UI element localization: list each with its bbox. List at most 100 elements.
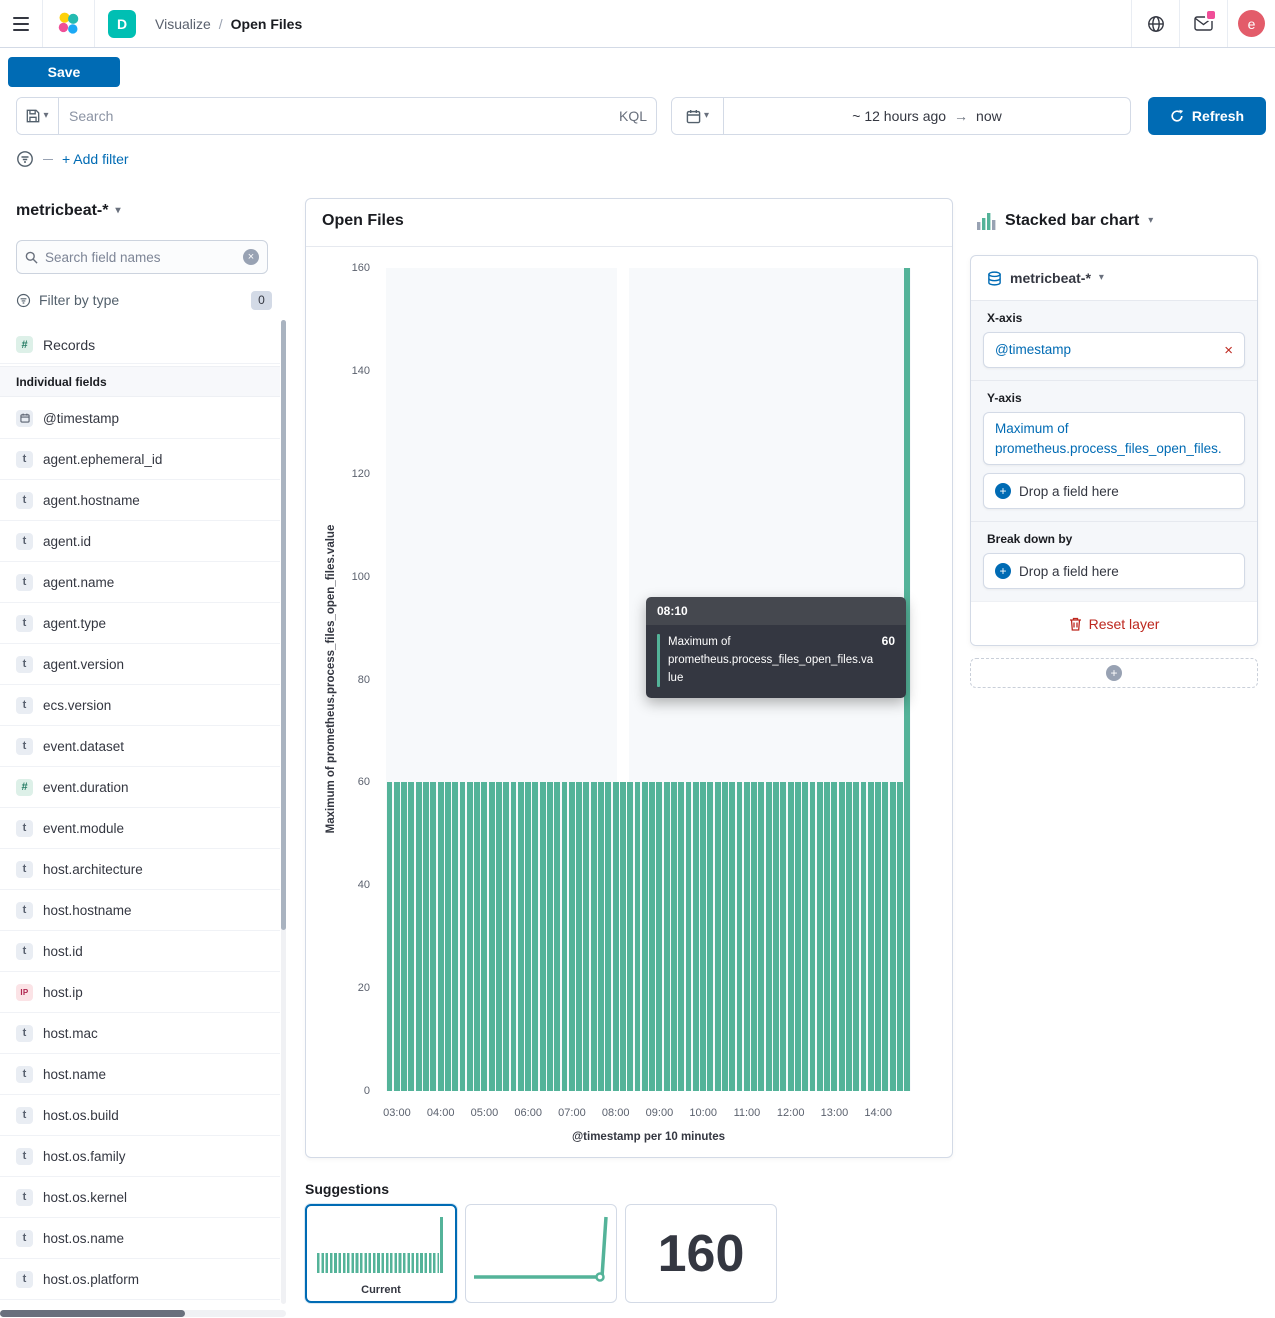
bar[interactable] xyxy=(496,782,502,1091)
bar[interactable] xyxy=(780,782,786,1091)
bar[interactable] xyxy=(693,782,699,1091)
bar[interactable] xyxy=(795,782,801,1091)
field-item-host.os.name[interactable]: thost.os.name xyxy=(0,1218,280,1259)
suggestion-line-chart[interactable] xyxy=(465,1204,617,1303)
field-item-event.module[interactable]: tevent.module xyxy=(0,808,280,849)
bar[interactable] xyxy=(613,782,619,1091)
bar[interactable] xyxy=(635,782,641,1091)
bar[interactable] xyxy=(897,782,903,1091)
bar[interactable] xyxy=(700,782,706,1091)
field-item-host.os.kernel[interactable]: thost.os.kernel xyxy=(0,1177,280,1218)
index-pattern-switcher[interactable]: metricbeat-* ▾ xyxy=(16,202,121,220)
bar[interactable] xyxy=(766,782,772,1091)
bar[interactable] xyxy=(839,782,845,1091)
layer-index-pattern-switcher[interactable]: metricbeat-* ▾ xyxy=(971,256,1257,300)
bar[interactable] xyxy=(620,782,626,1091)
bar[interactable] xyxy=(474,782,480,1091)
bar[interactable] xyxy=(503,782,509,1091)
field-search-input[interactable] xyxy=(45,250,236,265)
bar[interactable] xyxy=(882,782,888,1091)
bar[interactable] xyxy=(686,782,692,1091)
bar[interactable] xyxy=(562,782,568,1091)
bar[interactable] xyxy=(547,782,553,1091)
bar[interactable] xyxy=(744,782,750,1091)
field-item-records[interactable]: # Records xyxy=(0,326,280,364)
y-axis-dimension-button[interactable]: Maximum of prometheus.process_files_open… xyxy=(983,412,1245,465)
date-picker-menu-button[interactable]: ▾ xyxy=(672,98,724,134)
help-button[interactable] xyxy=(1131,0,1179,47)
break-down-drop-target[interactable]: + Drop a field here xyxy=(983,553,1245,589)
bar[interactable] xyxy=(460,782,466,1091)
bar[interactable] xyxy=(416,782,422,1091)
bar[interactable] xyxy=(438,782,444,1091)
bar[interactable] xyxy=(452,782,458,1091)
time-range-to[interactable]: now xyxy=(976,108,1002,124)
search-query-input[interactable] xyxy=(59,98,610,134)
bar[interactable] xyxy=(569,782,575,1091)
bar[interactable] xyxy=(518,782,524,1091)
saved-query-menu-button[interactable]: ▾ xyxy=(17,98,59,134)
bar[interactable] xyxy=(737,782,743,1091)
field-item-host.os.family[interactable]: thost.os.family xyxy=(0,1136,280,1177)
bar[interactable] xyxy=(649,782,655,1091)
space-selector[interactable]: D xyxy=(95,0,149,47)
bar[interactable] xyxy=(467,782,473,1091)
bar[interactable] xyxy=(890,782,896,1091)
home-logo-button[interactable] xyxy=(43,0,95,47)
bar[interactable] xyxy=(788,782,794,1091)
bar[interactable] xyxy=(861,782,867,1091)
field-item-host.name[interactable]: thost.name xyxy=(0,1054,280,1095)
bar[interactable] xyxy=(678,782,684,1091)
y-axis-drop-target[interactable]: + Drop a field here xyxy=(983,473,1245,509)
bar[interactable] xyxy=(875,782,881,1091)
bar[interactable] xyxy=(576,782,582,1091)
x-axis-dimension-button[interactable]: @timestamp × xyxy=(983,332,1245,368)
menu-button[interactable] xyxy=(0,0,43,47)
bar[interactable] xyxy=(591,782,597,1091)
bar[interactable] xyxy=(853,782,859,1091)
remove-dimension-icon[interactable]: × xyxy=(1216,343,1233,358)
bar[interactable] xyxy=(401,782,407,1091)
bar[interactable] xyxy=(423,782,429,1091)
field-item-host.id[interactable]: thost.id xyxy=(0,931,280,972)
field-item-event.duration[interactable]: #event.duration xyxy=(0,767,280,808)
field-item-host.os.platform[interactable]: thost.os.platform xyxy=(0,1259,280,1300)
reset-layer-button[interactable]: Reset layer xyxy=(971,601,1257,645)
bar[interactable] xyxy=(387,782,393,1091)
bar[interactable] xyxy=(642,782,648,1091)
add-filter-button[interactable]: + Add filter xyxy=(62,151,129,167)
field-item-host.mac[interactable]: thost.mac xyxy=(0,1013,280,1054)
bar[interactable] xyxy=(583,782,589,1091)
bar[interactable] xyxy=(824,782,830,1091)
newsfeed-button[interactable] xyxy=(1179,0,1227,47)
bar[interactable] xyxy=(511,782,517,1091)
refresh-button[interactable]: Refresh xyxy=(1148,97,1266,135)
bar[interactable] xyxy=(817,782,823,1091)
bar[interactable] xyxy=(868,782,874,1091)
field-item-ecs.version[interactable]: tecs.version xyxy=(0,685,280,726)
bar[interactable] xyxy=(758,782,764,1091)
bar[interactable] xyxy=(408,782,414,1091)
field-item-event.dataset[interactable]: tevent.dataset xyxy=(0,726,280,767)
breadcrumb-visualize[interactable]: Visualize xyxy=(155,16,211,32)
field-item-host.hostname[interactable]: thost.hostname xyxy=(0,890,280,931)
bar[interactable] xyxy=(802,782,808,1091)
user-menu-button[interactable]: e xyxy=(1227,0,1275,47)
bar[interactable] xyxy=(627,782,633,1091)
bar[interactable] xyxy=(722,782,728,1091)
bar[interactable] xyxy=(707,782,713,1091)
sidebar-scrollbar[interactable] xyxy=(281,320,286,1304)
field-item-agent.name[interactable]: tagent.name xyxy=(0,562,280,603)
bar[interactable] xyxy=(656,782,662,1091)
bar[interactable] xyxy=(831,782,837,1091)
scrollbar-thumb[interactable] xyxy=(281,320,286,930)
suggestion-current[interactable]: Current xyxy=(305,1204,457,1303)
bar[interactable] xyxy=(846,782,852,1091)
horizontal-scrollbar[interactable] xyxy=(0,1310,286,1317)
scrollbar-thumb[interactable] xyxy=(0,1310,185,1317)
field-item-host.architecture[interactable]: thost.architecture xyxy=(0,849,280,890)
bar[interactable] xyxy=(598,782,604,1091)
field-item-agent.id[interactable]: tagent.id xyxy=(0,521,280,562)
bar[interactable] xyxy=(481,782,487,1091)
filter-icon[interactable] xyxy=(16,150,34,168)
